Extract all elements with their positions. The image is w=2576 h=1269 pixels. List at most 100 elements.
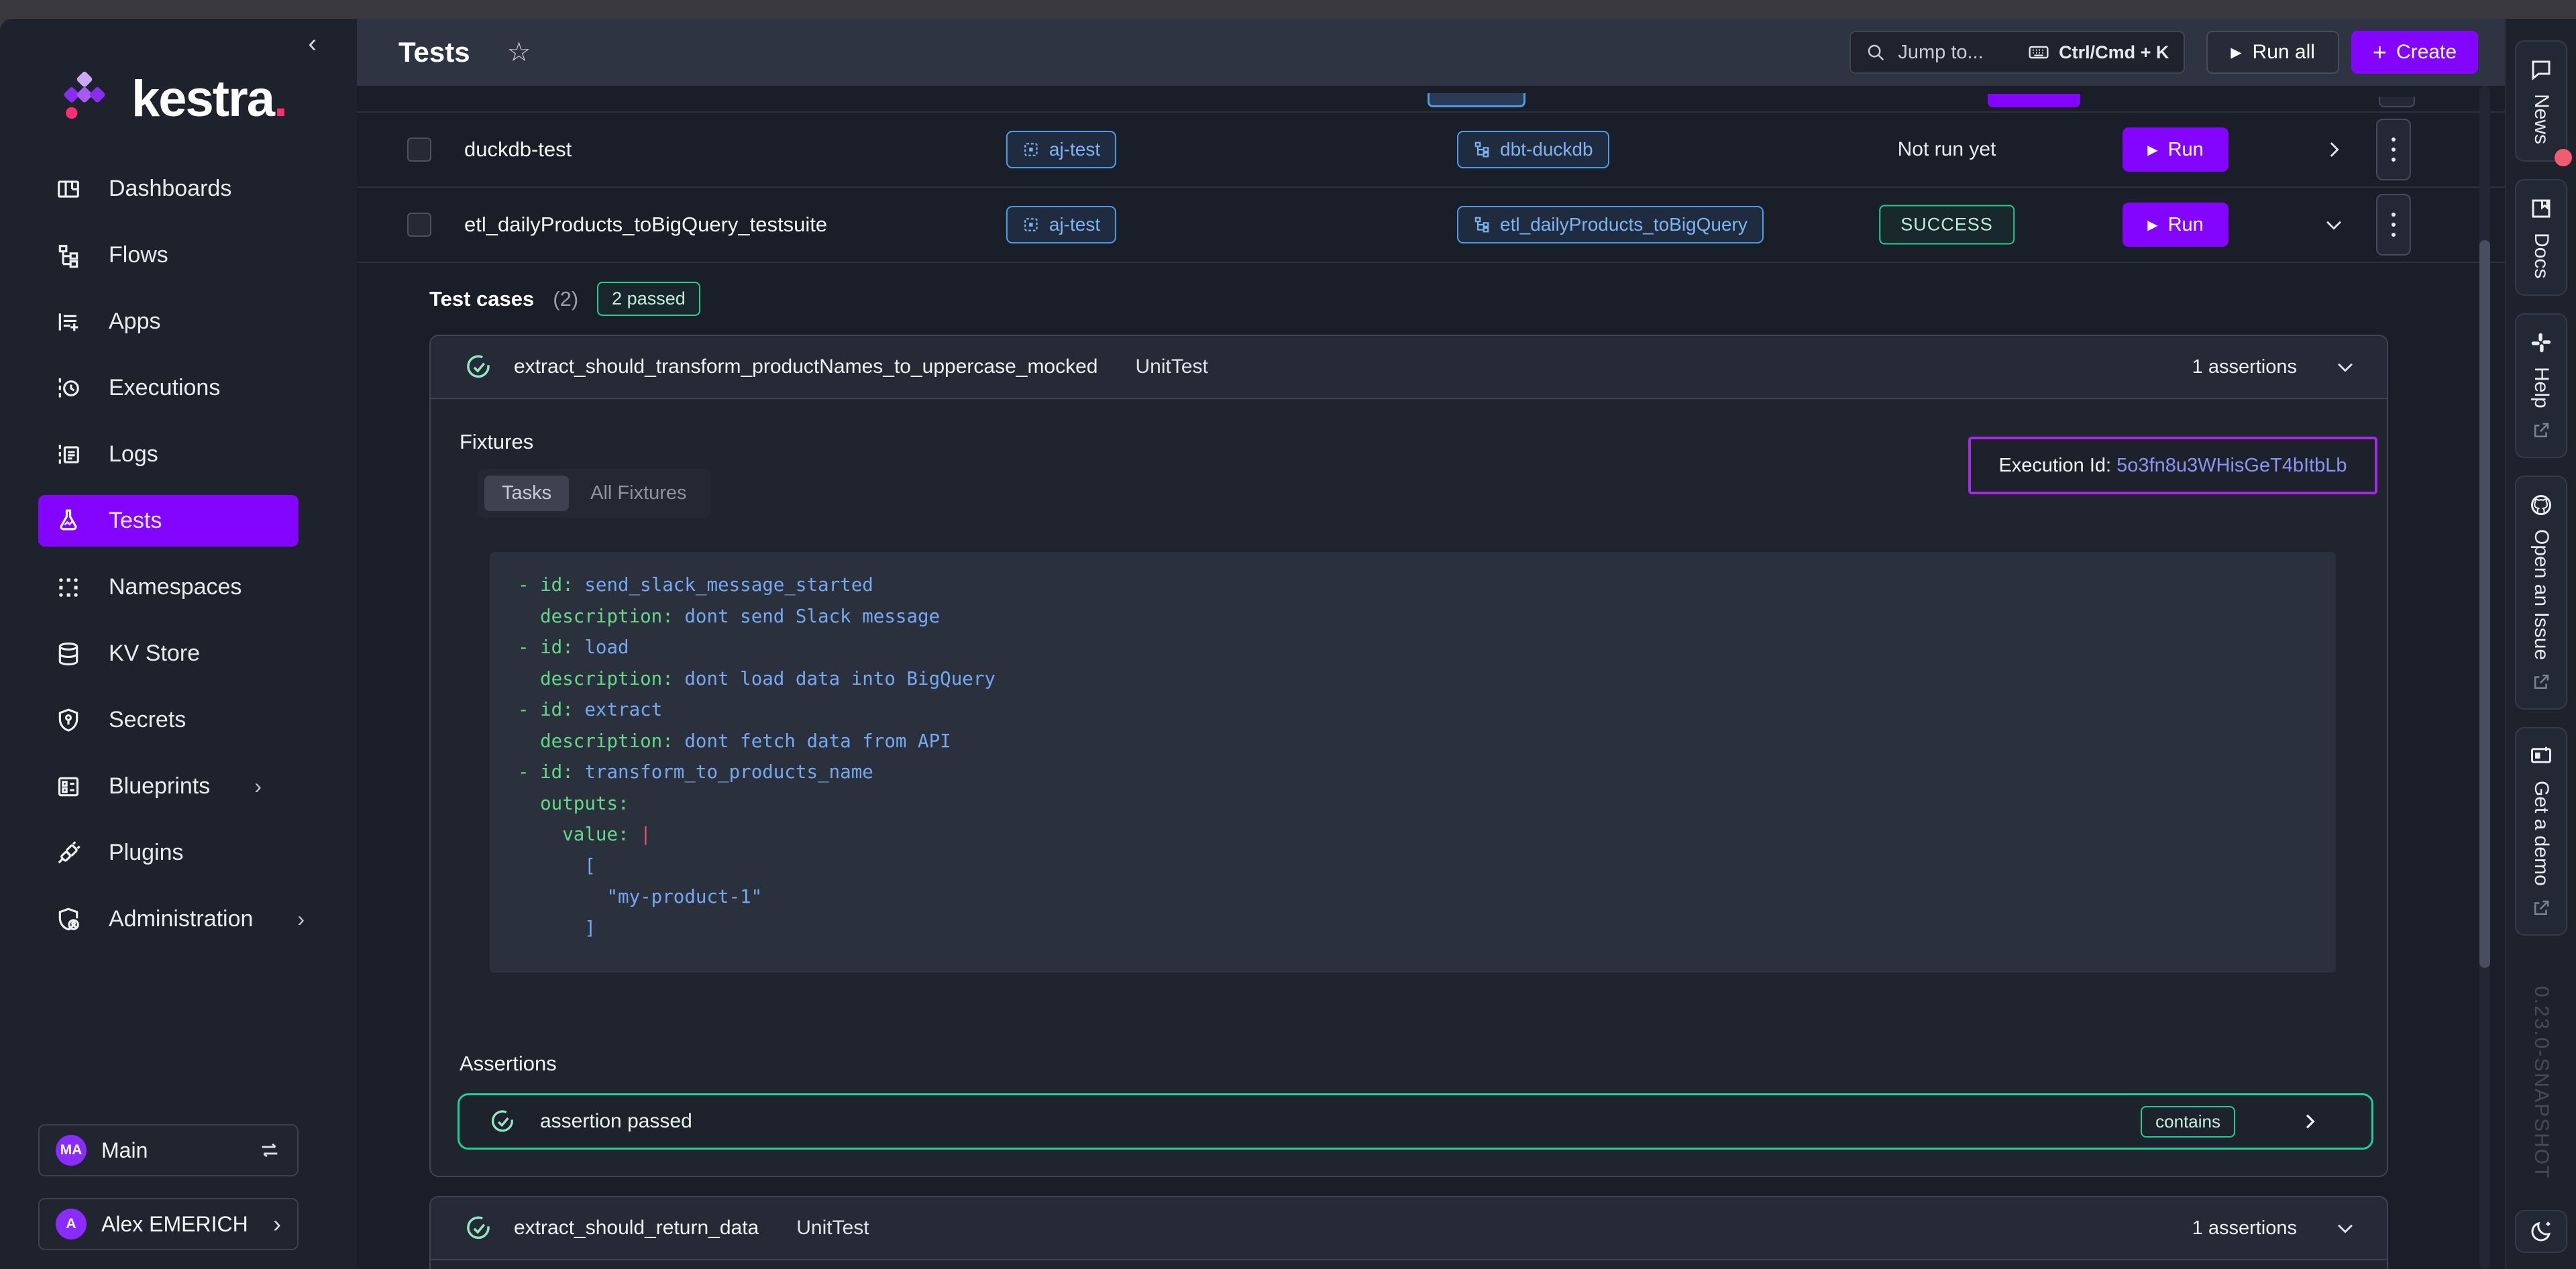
test-name[interactable]: etl_dailyProducts_toBigQuery_testsuite	[464, 213, 827, 237]
table-row-duckdb-test: duckdb-test aj-test dbt-duckdb Not r	[357, 113, 2505, 188]
execution-id-link[interactable]: 5o3fn8u3WHisGeT4bItbLb	[2116, 455, 2347, 477]
user-menu-chevron-icon[interactable]: ›	[273, 1210, 281, 1238]
tenant-selector[interactable]: MA Main	[38, 1124, 299, 1176]
rail-docs-button[interactable]: Docs	[2515, 179, 2567, 296]
rail-get-demo-button[interactable]: Get a demo	[2515, 727, 2567, 936]
passed-badge: 2 passed	[597, 282, 700, 316]
play-icon: ▶	[2231, 44, 2241, 61]
administration-icon	[55, 906, 82, 933]
sidebar-item-administration[interactable]: Administration ›	[0, 886, 357, 952]
case-passed-check-icon	[464, 1214, 492, 1242]
kestra-app-window: ‹ kestra. Dashboards	[0, 0, 2576, 1269]
play-icon: ▶	[2147, 142, 2157, 158]
sidebar-item-label: Namespaces	[109, 574, 241, 600]
case-collapse-chevron-down-icon[interactable]	[2334, 1217, 2357, 1239]
sidebar-item-namespaces[interactable]: Namespaces	[0, 554, 357, 620]
scrollbar-thumb[interactable]	[2479, 240, 2490, 968]
user-menu[interactable]: A Alex EMERICH ›	[38, 1198, 299, 1250]
user-name: Alex EMERICH	[101, 1212, 248, 1237]
test-case-card-2: extract_should_return_data UnitTest 1 as…	[429, 1196, 2388, 1269]
blueprints-expand-icon[interactable]: ›	[254, 774, 262, 799]
run-button[interactable]: ▶ Run	[2123, 127, 2229, 172]
sidebar-item-dashboards[interactable]: Dashboards	[0, 156, 357, 222]
flow-icon	[1473, 141, 1491, 158]
rail-help-button[interactable]: Help	[2515, 313, 2567, 458]
row-checkbox[interactable]	[407, 137, 431, 162]
secrets-icon	[55, 707, 82, 734]
sidebar-item-executions[interactable]: Executions	[0, 355, 357, 421]
sidebar-item-label: Plugins	[109, 840, 184, 866]
namespace-icon	[1022, 141, 1040, 158]
plugins-icon	[55, 840, 82, 867]
namespace-badge[interactable]: aj-test	[1006, 206, 1116, 243]
sidebar-item-flows[interactable]: Flows	[0, 222, 357, 288]
rail-open-issue-button[interactable]: Open an Issue	[2515, 476, 2567, 710]
plus-icon: +	[2373, 38, 2387, 66]
flow-badge[interactable]: etl_dailyProducts_toBigQuery	[1457, 206, 1764, 243]
row-menu-kebab-icon[interactable]	[2376, 194, 2411, 256]
external-link-icon	[2531, 898, 2551, 918]
assertion-passed-check-icon	[489, 1108, 516, 1135]
kestra-wordmark: kestra.	[131, 74, 286, 125]
sidebar-item-secrets[interactable]: Secrets	[0, 687, 357, 753]
blueprints-icon	[55, 773, 82, 800]
sidebar-item-label: Logs	[109, 441, 158, 467]
clipped-run-button	[1988, 94, 2080, 107]
search-placeholder: Jump to...	[1898, 42, 1983, 64]
sidebar-item-blueprints[interactable]: Blueprints ›	[0, 753, 357, 820]
jump-to-search[interactable]: Jump to... Ctrl/Cmd + K	[1849, 31, 2185, 74]
namespace-badge[interactable]: aj-test	[1006, 131, 1116, 168]
news-chat-icon	[2529, 58, 2553, 82]
execution-id-box: Execution Id: 5o3fn8u3WHisGeT4bItbLb	[1968, 437, 2377, 494]
theme-toggle-button[interactable]	[2515, 1210, 2567, 1253]
yaml-code[interactable]: - id: send_slack_message_started descrip…	[490, 552, 2336, 973]
rail-news-button[interactable]: News	[2515, 40, 2567, 162]
flow-badge[interactable]: dbt-duckdb	[1457, 131, 1609, 168]
test-case-header[interactable]: extract_should_return_data UnitTest 1 as…	[431, 1197, 2387, 1260]
assertion-row[interactable]: assertion passed contains	[458, 1093, 2373, 1150]
tab-tasks[interactable]: Tasks	[484, 476, 569, 511]
sidebar-item-tests[interactable]: Tests	[38, 495, 299, 547]
sidebar-collapse-icon[interactable]: ‹	[308, 31, 317, 56]
namespaces-icon	[55, 574, 82, 601]
sidebar-nav: Dashboards Flows Apps Executions Logs	[0, 156, 357, 952]
row-menu-kebab-icon[interactable]	[2376, 119, 2411, 180]
tenant-switch-icon[interactable]	[258, 1139, 281, 1162]
row-checkbox[interactable]	[407, 213, 431, 237]
tests-icon	[55, 508, 82, 535]
administration-expand-icon[interactable]: ›	[297, 907, 305, 932]
sidebar-item-label: KV Store	[109, 641, 200, 667]
tenant-name: Main	[101, 1138, 148, 1163]
expand-row-chevron-right-icon[interactable]	[2322, 138, 2345, 161]
case-name: extract_should_return_data	[514, 1217, 759, 1239]
case-collapse-chevron-down-icon[interactable]	[2334, 355, 2357, 378]
test-name[interactable]: duckdb-test	[464, 137, 572, 162]
sidebar-item-label: Secrets	[109, 707, 186, 733]
window-chrome-strip	[0, 0, 2576, 19]
create-button[interactable]: + Create	[2351, 31, 2478, 74]
external-link-icon	[2531, 421, 2551, 441]
right-rail: News Docs Help	[2505, 19, 2576, 1269]
favorite-star-icon[interactable]: ☆	[507, 39, 531, 66]
sidebar-item-plugins[interactable]: Plugins	[0, 820, 357, 886]
sidebar-item-logs[interactable]: Logs	[0, 421, 357, 488]
news-notification-dot	[2555, 149, 2572, 166]
status-badge: SUCCESS	[1879, 205, 2015, 245]
apps-icon	[55, 309, 82, 335]
sidebar-item-apps[interactable]: Apps	[0, 288, 357, 355]
assertion-expand-chevron-right-icon[interactable]	[2299, 1111, 2320, 1132]
clipped-flow-badge	[1428, 93, 1525, 107]
kestra-logo[interactable]: kestra.	[52, 67, 286, 131]
tab-all-fixtures[interactable]: All Fixtures	[573, 476, 704, 511]
run-button[interactable]: ▶ Run	[2123, 203, 2229, 247]
status-text: Not run yet	[1898, 138, 1996, 161]
sidebar-item-label: Tests	[109, 508, 162, 534]
collapse-row-chevron-down-icon[interactable]	[2322, 213, 2345, 236]
assertions-label: Assertions	[460, 1052, 2387, 1076]
sidebar: ‹ kestra. Dashboards	[0, 19, 357, 1269]
external-link-icon	[2531, 672, 2551, 692]
main-area: Tests ☆ Jump to... Ctrl/Cmd + K ▶	[357, 19, 2505, 1269]
sidebar-item-kvstore[interactable]: KV Store	[0, 620, 357, 687]
run-all-button[interactable]: ▶ Run all	[2206, 31, 2339, 74]
test-case-header[interactable]: extract_should_transform_productNames_to…	[431, 336, 2387, 399]
